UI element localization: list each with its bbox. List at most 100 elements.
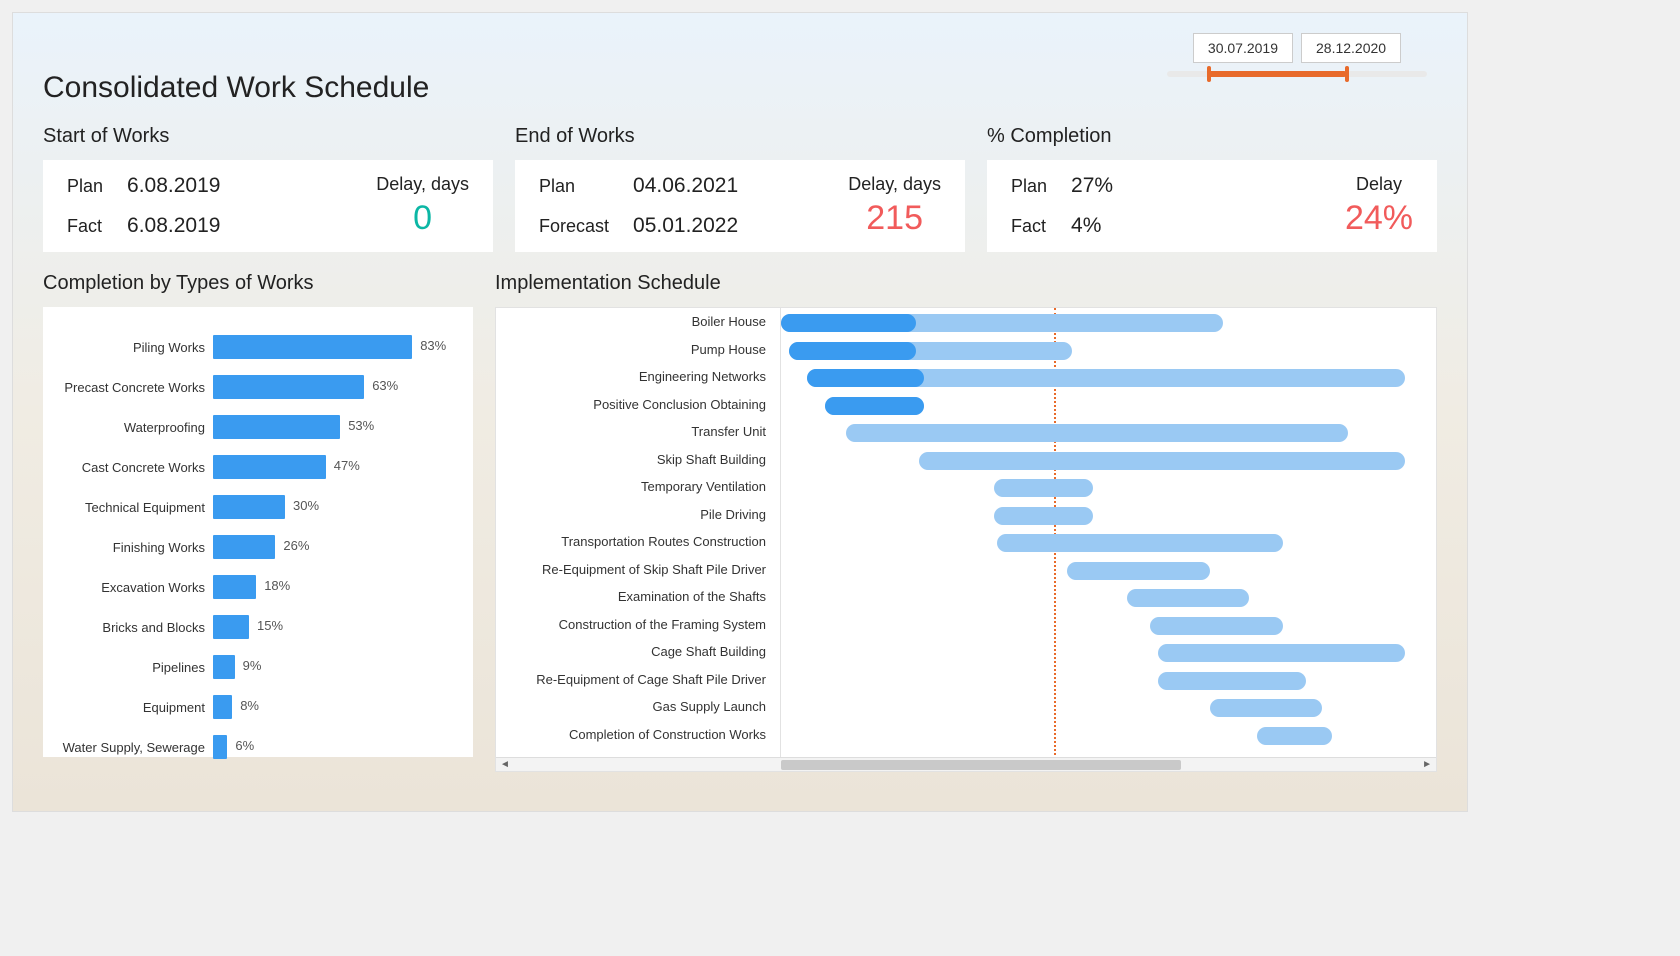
bar-fill — [213, 695, 232, 719]
end-of-works-card: Plan 04.06.2021 Forecast 05.01.2022 Dela… — [515, 160, 965, 252]
bar-value: 6% — [235, 738, 254, 753]
gantt-bar — [1210, 699, 1322, 717]
bar-label: Finishing Works — [43, 540, 213, 555]
gantt-task-label: Gas Supply Launch — [496, 693, 780, 721]
bar-label: Bricks and Blocks — [43, 620, 213, 635]
bar-label: Water Supply, Sewerage — [43, 740, 213, 755]
gantt-scrollbar[interactable]: ◄ ► — [496, 757, 1436, 771]
slider-handle-left[interactable] — [1207, 66, 1211, 82]
bar-value: 8% — [240, 698, 259, 713]
gantt-task-label: Completion of Construction Works — [496, 721, 780, 749]
bar-value: 26% — [283, 538, 309, 553]
gantt-task-label: Examination of the Shafts — [496, 583, 780, 611]
bar-value: 15% — [257, 618, 283, 633]
gantt-bar — [1158, 644, 1405, 662]
gantt-bar — [1257, 727, 1332, 745]
bar-row: Excavation Works18% — [43, 567, 463, 607]
bar-label: Piling Works — [43, 340, 213, 355]
gantt-task-label: Construction of the Framing System — [496, 611, 780, 639]
bar-row: Bricks and Blocks 15% — [43, 607, 463, 647]
gantt-task-label: Boiler House — [496, 308, 780, 336]
bar-value: 83% — [420, 338, 446, 353]
bar-row: Piling Works 83% — [43, 327, 463, 367]
gantt-task-label: Transfer Unit — [496, 418, 780, 446]
completion-by-type-label: Completion by Types of Works — [43, 272, 473, 295]
end-delay-lbl: Delay, days — [848, 174, 941, 195]
bar-fill — [213, 455, 326, 479]
date-slider[interactable] — [1167, 71, 1427, 77]
bar-fill — [213, 575, 256, 599]
start-plan-lbl: Plan — [67, 176, 103, 197]
bar-fill — [213, 535, 275, 559]
gantt-bar — [997, 534, 1283, 552]
bar-label: Precast Concrete Works — [43, 380, 213, 395]
bar-row: Precast Concrete Works 63% — [43, 367, 463, 407]
end-of-works-label: End of Works — [515, 125, 965, 148]
start-delay-val: 0 — [413, 199, 432, 238]
gantt-chart: Boiler HousePump HouseEngineering Networ… — [495, 307, 1437, 772]
bar-row: Water Supply, Sewerage 6% — [43, 727, 463, 767]
start-delay-lbl: Delay, days — [376, 174, 469, 195]
comp-plan-val: 27% — [1071, 174, 1113, 198]
gantt-bar-progress — [781, 314, 916, 332]
gantt-task-label: Re-Equipment of Cage Shaft Pile Driver — [496, 666, 780, 694]
bar-fill — [213, 375, 364, 399]
completion-card: Plan 27% Fact 4% Delay 24% — [987, 160, 1437, 252]
bar-fill — [213, 655, 235, 679]
bar-value: 47% — [334, 458, 360, 473]
end-plan-lbl: Plan — [539, 176, 609, 197]
bar-value: 18% — [264, 578, 290, 593]
bar-row: Waterproofing53% — [43, 407, 463, 447]
bar-fill — [213, 335, 412, 359]
bar-fill — [213, 415, 340, 439]
gantt-bar — [994, 507, 1093, 525]
gantt-task-list: Boiler HousePump HouseEngineering Networ… — [496, 308, 781, 771]
bar-fill — [213, 615, 249, 639]
bar-label: Technical Equipment — [43, 500, 213, 515]
gantt-bar — [1150, 617, 1283, 635]
bar-row: Cast Concrete Works 47% — [43, 447, 463, 487]
end-forecast-lbl: Forecast — [539, 216, 609, 237]
end-forecast-val: 05.01.2022 — [633, 214, 738, 238]
gantt-task-label: Engineering Networks — [496, 363, 780, 391]
bar-value: 30% — [293, 498, 319, 513]
slider-handle-right[interactable] — [1345, 66, 1349, 82]
gantt-bar — [919, 452, 1405, 470]
start-plan-val: 6.08.2019 — [127, 174, 220, 198]
gantt-bar-progress — [789, 342, 916, 360]
gantt-bar-progress — [825, 397, 924, 415]
gantt-task-label: Pump House — [496, 336, 780, 364]
gantt-bar — [1158, 672, 1306, 690]
start-of-works-label: Start of Works — [43, 125, 493, 148]
bar-label: Equipment — [43, 700, 213, 715]
bar-fill — [213, 495, 285, 519]
scroll-thumb[interactable] — [781, 760, 1181, 770]
comp-plan-lbl: Plan — [1011, 176, 1047, 197]
date-to[interactable]: 28.12.2020 — [1301, 33, 1401, 63]
gantt-task-label: Transportation Routes Construction — [496, 528, 780, 556]
scroll-left-icon[interactable]: ◄ — [500, 759, 510, 770]
bar-value: 63% — [372, 378, 398, 393]
gantt-task-label: Skip Shaft Building — [496, 446, 780, 474]
comp-delay-lbl: Delay — [1356, 174, 1402, 195]
gantt-task-label: Temporary Ventilation — [496, 473, 780, 501]
comp-delay-val: 24% — [1345, 199, 1413, 238]
bar-label: Cast Concrete Works — [43, 460, 213, 475]
slider-fill — [1207, 71, 1347, 77]
bar-row: Equipment 8% — [43, 687, 463, 727]
gantt-bar — [1127, 589, 1249, 607]
comp-fact-val: 4% — [1071, 214, 1113, 238]
completion-label: % Completion — [987, 125, 1437, 148]
gantt-bar — [846, 424, 1348, 442]
gantt-task-label: Re-Equipment of Skip Shaft Pile Driver — [496, 556, 780, 584]
date-from[interactable]: 30.07.2019 — [1193, 33, 1293, 63]
start-fact-lbl: Fact — [67, 216, 103, 237]
gantt-body: OCT 2019JAN 2020APR 2020JUL 2020OCT 2020… — [781, 308, 1436, 771]
start-of-works-card: Plan 6.08.2019 Fact 6.08.2019 Delay, day… — [43, 160, 493, 252]
gantt-bar — [994, 479, 1093, 497]
scroll-right-icon[interactable]: ► — [1422, 759, 1432, 770]
gantt-task-label: Positive Conclusion Obtaining — [496, 391, 780, 419]
date-range-filter: 30.07.2019 28.12.2020 — [1167, 33, 1427, 77]
comp-fact-lbl: Fact — [1011, 216, 1047, 237]
gantt-bar — [1067, 562, 1210, 580]
